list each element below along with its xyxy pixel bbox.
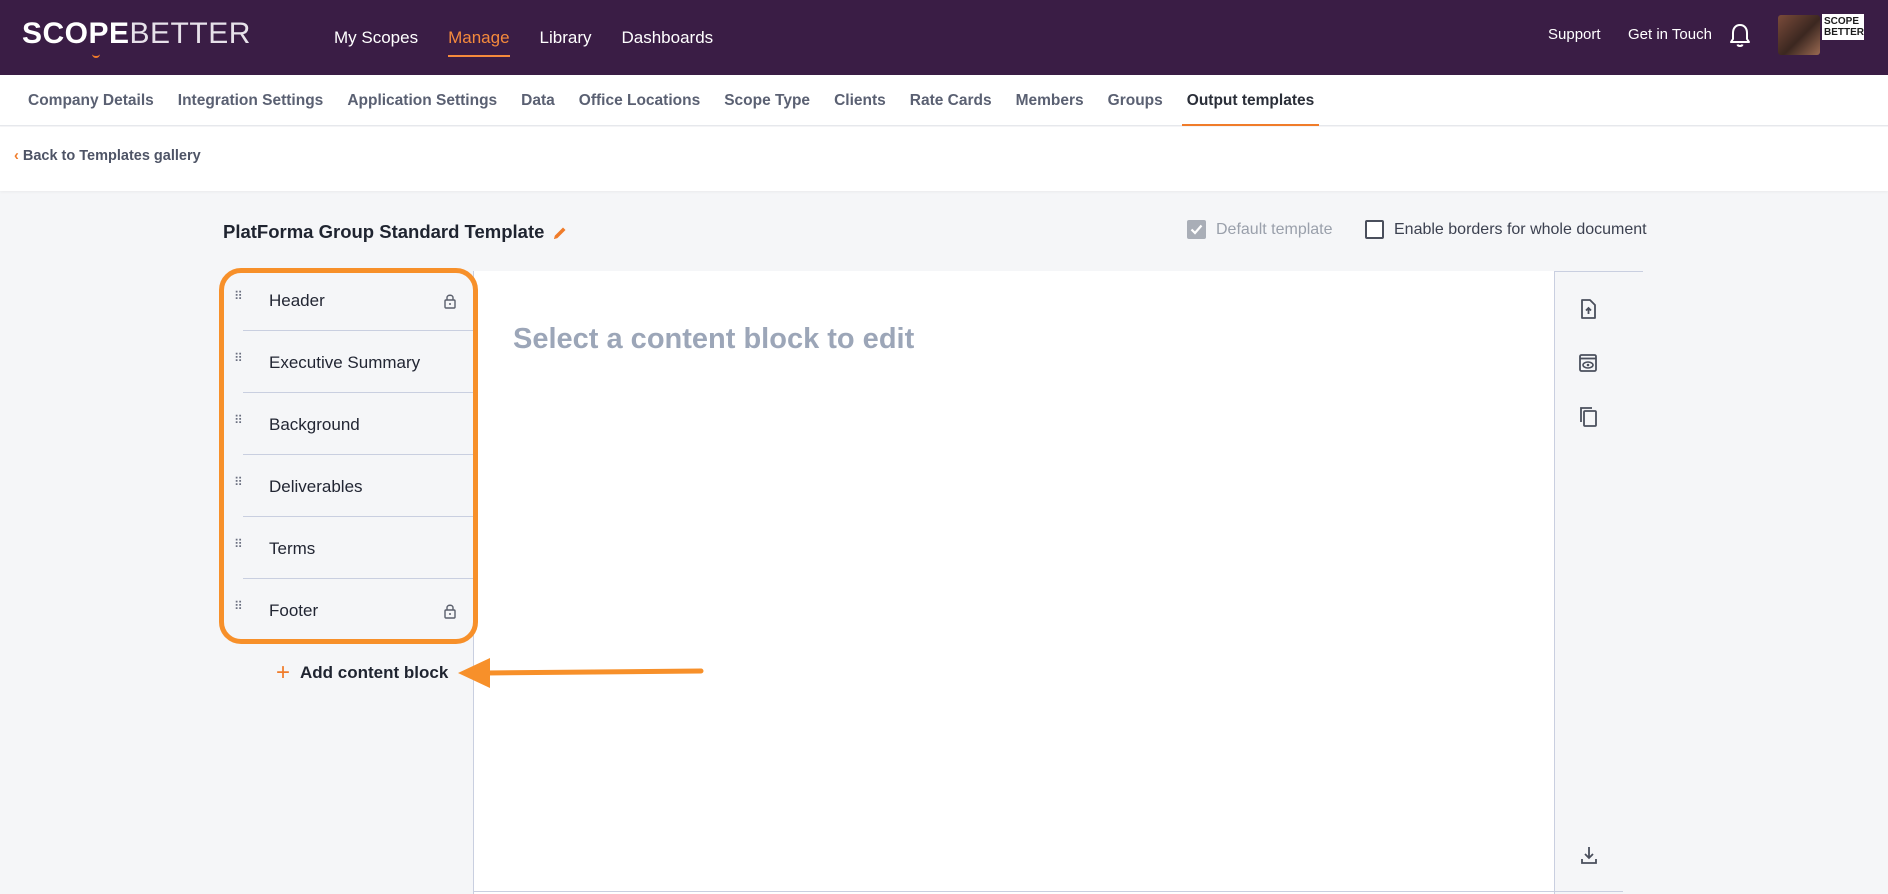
content-block-list: ⠿ Header ⠿ Executive Summary ⠿ Backgroun… [220,269,477,641]
tools-divider [1554,271,1555,894]
annotation-arrow [458,658,704,688]
tab-data[interactable]: Data [521,75,555,126]
block-label: Footer [269,601,319,620]
block-label: Terms [269,539,316,558]
nav-my-scopes[interactable]: My Scopes [334,22,418,54]
drag-handle-icon[interactable]: ⠿ [234,352,244,364]
tab-members[interactable]: Members [1016,75,1084,126]
default-template-label: Default template [1216,220,1333,238]
tab-application-settings[interactable]: Application Settings [347,75,497,126]
company-logo-line1: SCOPE [1824,16,1860,27]
company-logo-line2: BETTER [1824,27,1864,38]
add-content-block-label: Add content block [300,663,449,682]
drag-handle-icon[interactable]: ⠿ [234,414,244,426]
content-block-header[interactable]: ⠿ Header [234,269,477,331]
tab-office-locations[interactable]: Office Locations [579,75,700,126]
content-block-background[interactable]: ⠿ Background [234,393,477,455]
enable-borders-label: Enable borders for whole document [1394,220,1647,238]
nav-dashboards[interactable]: Dashboards [622,22,714,54]
plus-icon: + [276,659,291,686]
add-content-block-button[interactable]: + Add content block [276,659,449,686]
company-logo: SCOPE BETTER [1822,14,1864,40]
logo-text-better: BETTER [129,17,251,50]
enable-borders-checkbox[interactable] [1365,220,1384,239]
lock-icon [444,604,456,619]
editor-bottom-border [473,891,1623,892]
nav-manage[interactable]: Manage [448,22,510,57]
block-label: Header [269,291,325,310]
drag-handle-icon[interactable]: ⠿ [234,538,244,550]
block-label: Background [269,415,360,434]
manage-subnav: Company Details Integration Settings App… [0,75,1888,126]
lock-icon [444,294,456,309]
support-link[interactable]: Support [1548,26,1601,43]
editor-placeholder: Select a content block to edit [513,323,915,355]
content-block-executive-summary[interactable]: ⠿ Executive Summary [234,331,477,393]
content-block-terms[interactable]: ⠿ Terms [234,517,477,579]
drag-handle-icon[interactable]: ⠿ [234,600,244,612]
tab-groups[interactable]: Groups [1108,75,1163,126]
content-block-deliverables[interactable]: ⠿ Deliverables [234,455,477,517]
block-label: Deliverables [269,477,363,496]
back-link-label: Back to Templates gallery [22,148,201,164]
preview-icon[interactable] [1576,351,1600,375]
check-icon [1190,224,1203,235]
scopebetter-logo[interactable]: SCOPEBETTER [22,17,251,58]
tab-clients[interactable]: Clients [834,75,886,126]
content-block-footer[interactable]: ⠿ Footer [234,579,477,641]
upload-file-icon[interactable] [1576,297,1600,321]
chevron-left-icon: ‹ [14,148,19,164]
user-avatar[interactable] [1778,15,1820,55]
bell-icon[interactable] [1728,23,1752,49]
copy-icon[interactable] [1576,405,1600,429]
download-icon[interactable] [1577,843,1601,867]
tab-integration-settings[interactable]: Integration Settings [178,75,324,126]
default-template-option: Default template [1187,220,1333,239]
back-to-gallery-link[interactable]: ‹ Back to Templates gallery [14,148,201,164]
default-template-checkbox[interactable] [1187,220,1206,239]
editor-canvas[interactable] [473,271,1554,894]
top-bar: SCOPEBETTER My Scopes Manage Library Das… [0,0,1888,75]
logo-text-scope: SCOPE [22,17,130,50]
borders-option: Enable borders for whole document [1365,220,1647,239]
drag-handle-icon[interactable]: ⠿ [234,290,244,302]
tab-scope-type[interactable]: Scope Type [724,75,810,126]
tab-rate-cards[interactable]: Rate Cards [910,75,992,126]
nav-library[interactable]: Library [540,22,592,54]
template-title: PlatForma Group Standard Template [223,221,545,242]
get-in-touch-link[interactable]: Get in Touch [1628,26,1712,43]
back-bar [0,127,1888,191]
block-label: Executive Summary [269,353,421,372]
logo-accent [92,53,100,58]
main-nav: My Scopes Manage Library Dashboards [334,0,713,75]
tab-output-templates[interactable]: Output templates [1181,75,1320,126]
tab-company-details[interactable]: Company Details [28,75,154,126]
pencil-icon[interactable] [552,225,568,241]
drag-handle-icon[interactable]: ⠿ [234,476,244,488]
